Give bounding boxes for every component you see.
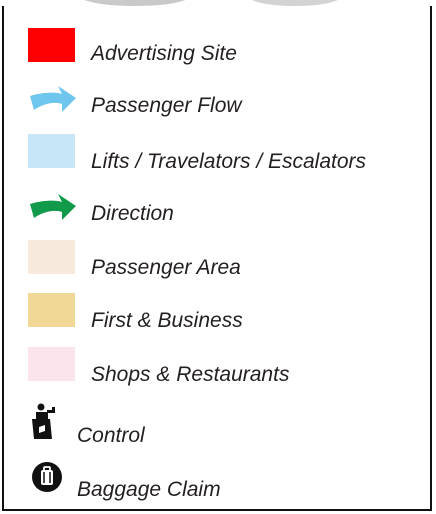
- legend-item-passenger-area: Passenger Area: [4, 240, 430, 280]
- security-control-icon: [32, 403, 55, 439]
- legend-item-control: Control: [4, 401, 430, 447]
- legend-item-first-business: First & Business: [4, 293, 430, 333]
- baggage-claim-icon: [32, 462, 62, 492]
- legend-page: Advertising Site Passenger Flow Lifts / …: [0, 0, 436, 514]
- lifts-swatch: [28, 134, 75, 168]
- legend-label: Lifts / Travelators / Escalators: [91, 150, 367, 173]
- direction-arrow-icon: [30, 194, 76, 220]
- legend-label: Baggage Claim: [77, 478, 221, 501]
- passenger-area-swatch: [28, 240, 75, 274]
- legend-item-baggage-claim: Baggage Claim: [4, 458, 430, 501]
- legend-item-direction: Direction: [4, 192, 430, 232]
- legend-label: Passenger Area: [91, 256, 241, 279]
- legend-item-passenger-flow: Passenger Flow: [4, 84, 430, 124]
- advertising-site-swatch: [28, 28, 75, 62]
- legend-item-shops-restaurants: Shops & Restaurants: [4, 347, 430, 387]
- first-business-swatch: [28, 293, 75, 327]
- legend-item-advertising-site: Advertising Site: [4, 26, 430, 66]
- legend-label: First & Business: [91, 309, 243, 332]
- passenger-flow-arrow-icon: [30, 86, 76, 112]
- legend-label: Advertising Site: [91, 42, 237, 65]
- legend-label: Control: [77, 424, 145, 447]
- legend-label: Shops & Restaurants: [91, 363, 290, 386]
- map-legend: Advertising Site Passenger Flow Lifts / …: [2, 6, 432, 511]
- legend-label: Passenger Flow: [91, 94, 242, 117]
- shops-restaurants-swatch: [28, 347, 75, 381]
- legend-label: Direction: [91, 202, 174, 225]
- legend-item-lifts: Lifts / Travelators / Escalators: [4, 134, 430, 174]
